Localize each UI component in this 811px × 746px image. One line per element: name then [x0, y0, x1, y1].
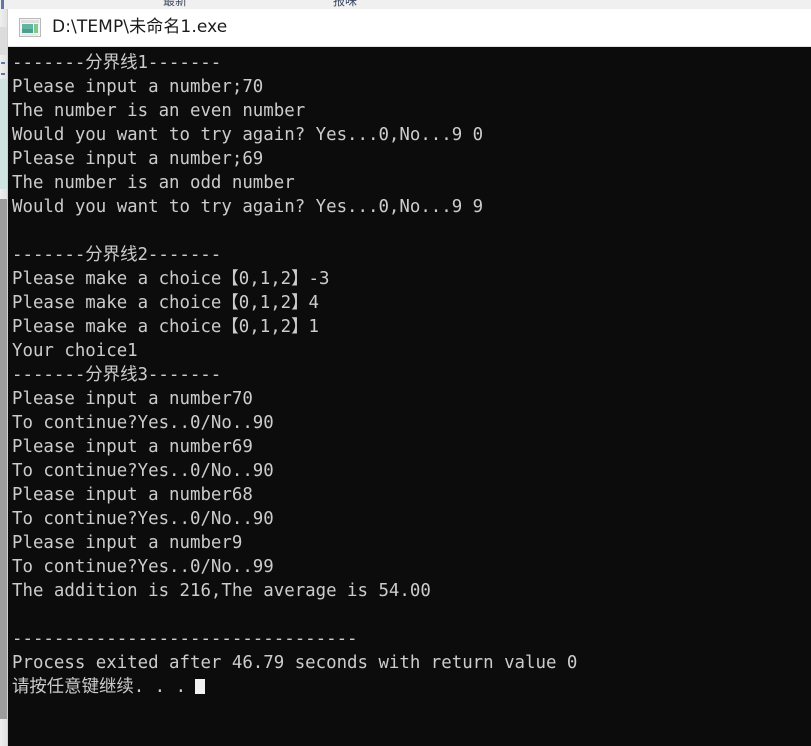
console-line: The number is an even number — [12, 101, 306, 121]
console-line: -------分界线2------- — [12, 245, 222, 265]
scrollbar-thumb[interactable] — [0, 199, 7, 719]
console-output-area[interactable]: -------分界线1------- Please input a number;… — [8, 47, 811, 746]
scrollbar-segment-top[interactable] — [0, 27, 7, 55]
console-line: The addition is 216,The average is 54.00 — [12, 581, 431, 601]
console-line: Please input a number9 — [12, 533, 243, 553]
console-line: Process exited after 46.79 seconds with … — [12, 653, 578, 673]
console-titlebar-title: D:\TEMP\未命名1.exe — [52, 17, 228, 37]
background-window-text-fragment-2: 报味 — [333, 0, 358, 8]
background-window-left-edge — [1, 0, 4, 9]
console-window[interactable]: D:\TEMP\未命名1.exe -------分界线1------- Pleas… — [7, 9, 811, 746]
console-line: -------分界线3------- — [12, 365, 222, 385]
console-line: To continue?Yes..0/No..90 — [12, 509, 274, 529]
scrollbar-segment-middle[interactable] — [0, 79, 7, 189]
scrollbar-marker-2 — [1, 73, 5, 75]
console-line: 请按任意键继续. . . — [9, 675, 811, 699]
console-cursor — [195, 679, 206, 694]
console-line: Please input a number;69 — [12, 149, 264, 169]
console-line: Please make a choice【0,1,2】4 — [12, 293, 320, 313]
console-line: To continue?Yes..0/No..90 — [12, 461, 274, 481]
console-line: Would you want to try again? Yes...0,No.… — [12, 125, 484, 145]
console-line: To continue?Yes..0/No..90 — [12, 413, 274, 433]
console-line: To continue?Yes..0/No..99 — [12, 557, 274, 577]
console-line: The number is an odd number — [12, 173, 295, 193]
background-window-text-fragment-1: 最新 — [163, 0, 188, 8]
console-line: Please make a choice【0,1,2】1 — [12, 317, 320, 337]
console-line: Please input a number;70 — [12, 77, 264, 97]
console-line: Please input a number69 — [12, 437, 253, 457]
console-window-icon — [19, 18, 41, 37]
console-line: Please input a number70 — [12, 389, 253, 409]
console-line: Would you want to try again? Yes...0,No.… — [12, 197, 484, 217]
console-line: Please make a choice【0,1,2】-3 — [12, 269, 330, 289]
console-line: Please input a number68 — [12, 485, 253, 505]
scrollbar-marker-1 — [1, 62, 5, 64]
console-line: --------------------------------- — [12, 629, 358, 649]
console-titlebar[interactable]: D:\TEMP\未命名1.exe — [8, 9, 811, 47]
console-line: Your choice1 — [12, 341, 138, 361]
console-line: -------分界线1------- — [12, 53, 222, 73]
